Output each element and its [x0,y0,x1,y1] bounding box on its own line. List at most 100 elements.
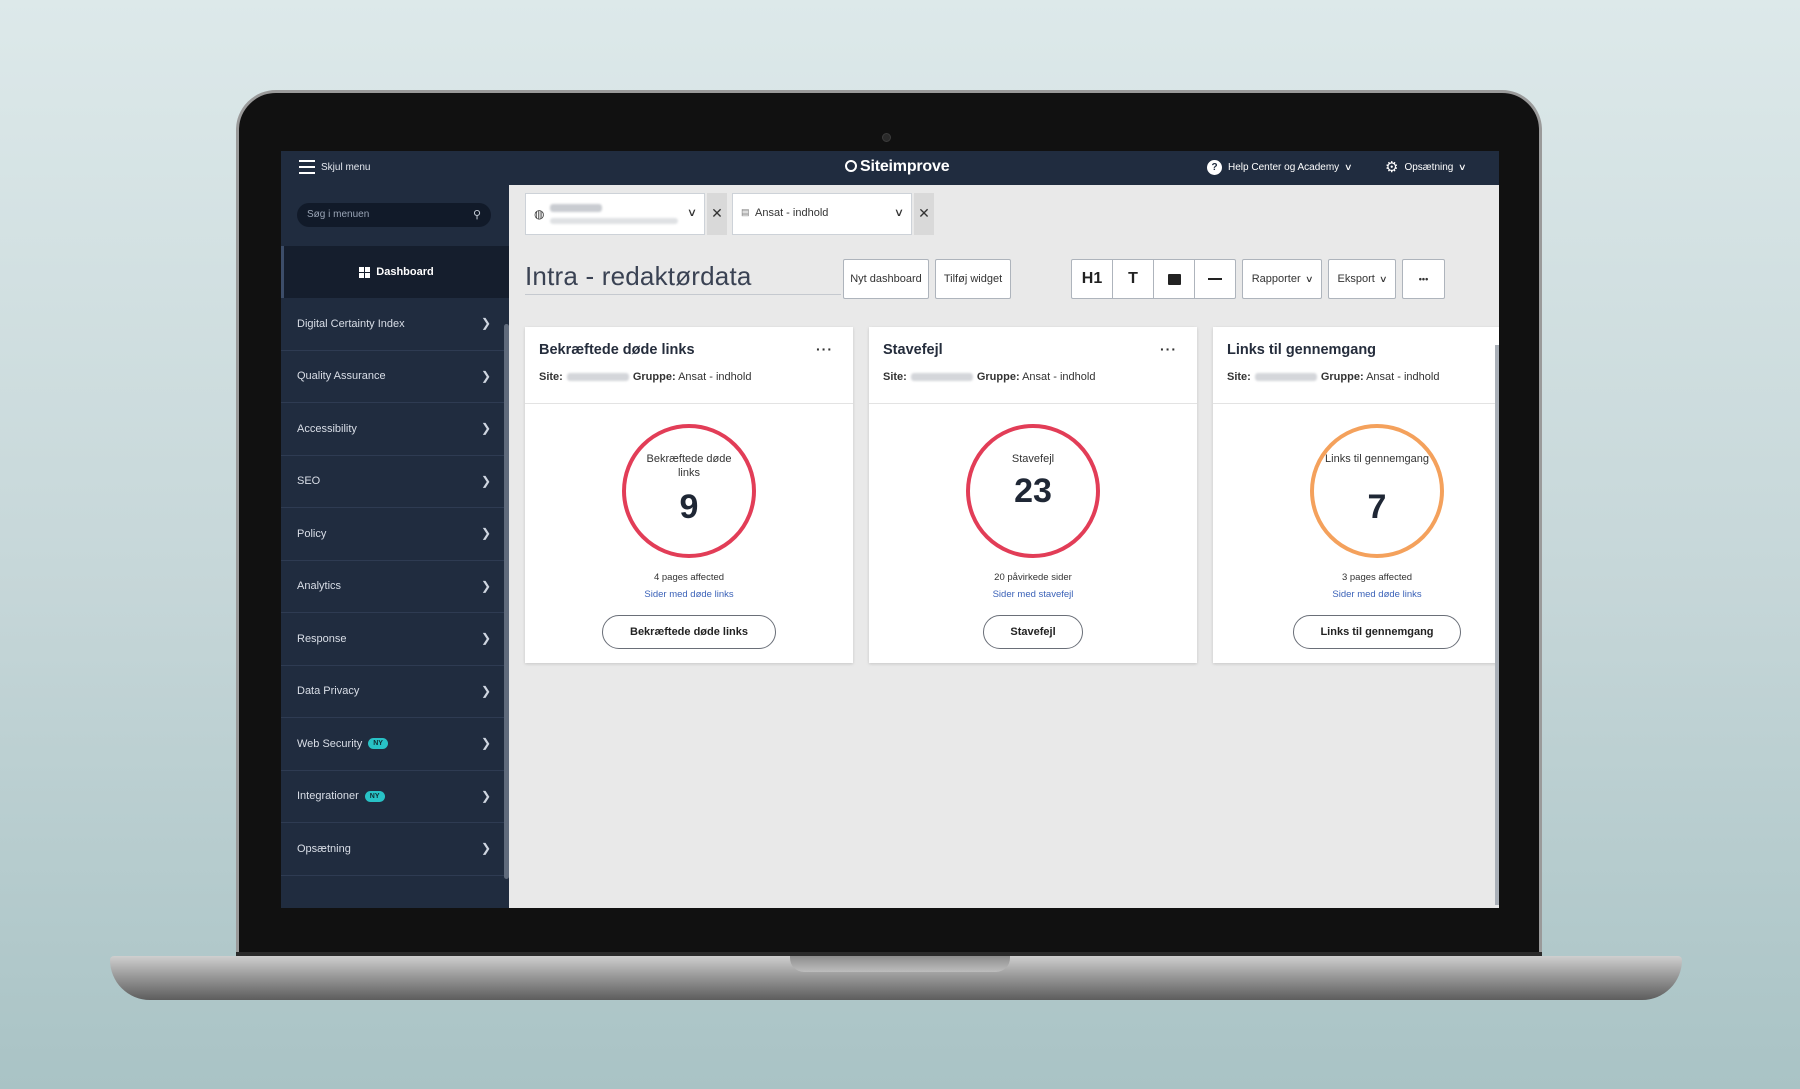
page-title[interactable]: Intra - redaktørdata [525,261,841,295]
more-options-button[interactable]: ••• [1402,259,1445,299]
sidebar-item-dashboard[interactable]: Dashboard [281,246,509,298]
chevron-down-icon: ∨ [1344,162,1353,172]
group-label: Gruppe: [632,371,676,383]
pages-affected: 3 pages affected [1341,572,1413,583]
chevron-down-icon: ∨ [686,207,698,219]
add-image-button[interactable] [1154,260,1195,298]
export-dropdown[interactable]: Eksport ∨ [1328,259,1396,299]
add-divider-button[interactable] [1195,260,1235,298]
chevron-down-icon: ∨ [1378,273,1388,284]
pages-link[interactable]: Sider med døde links [1213,589,1499,600]
group-value: Ansat - indhold [1366,371,1440,383]
chevron-right-icon: ❯ [480,736,491,750]
card-action-button[interactable]: Stavefejl [983,615,1083,649]
main-content: ◍ ∨ ✕ ▤ Ansat - indhold ∨ ✕ Intra - reda… [509,185,1499,908]
group-value: Ansat - indhold [1022,371,1096,383]
site-name-redacted [566,373,629,382]
sidebar-item-label: SEO [297,475,321,488]
sidebar-item-digital-certainty-index[interactable]: Digital Certainty Index ❯ [281,298,505,351]
ring-value: 7 [1367,488,1387,526]
help-center-menu[interactable]: ? Help Center og Academy ∨ [1207,160,1353,175]
clear-site-filter-button[interactable]: ✕ [707,193,727,235]
hide-menu-button[interactable]: Skjul menu [321,162,370,173]
site-filter-select[interactable]: ◍ ∨ [525,193,705,235]
site-name-redacted [910,373,973,382]
card-title: Bekræftede døde links [539,342,695,358]
sidebar-item-policy[interactable]: Policy ❯ [281,508,505,561]
metric-ring[interactable]: Links til gennemgang 7 [1310,424,1444,558]
card-action-button[interactable]: Links til gennemgang [1293,615,1461,649]
sidebar-item-label: Quality Assurance [297,370,386,383]
card-title: Links til gennemgang [1227,342,1377,358]
chevron-right-icon: ❯ [480,526,491,540]
chevron-right-icon: ❯ [480,683,491,698]
help-center-label: Help Center og Academy [1228,162,1340,173]
card-menu-button[interactable]: ··· [816,341,833,357]
card-menu-button[interactable]: ··· [1160,341,1177,357]
sidebar-item-label: Accessibility [297,422,357,435]
sidebar-item-quality-assurance[interactable]: Quality Assurance ❯ [281,351,505,403]
metric-ring[interactable]: Bekræftede døde links 9 [622,424,756,558]
widget-card-dead-links: Bekræftede døde links ··· Site: Gruppe: A… [525,327,853,663]
group-filter-select[interactable]: ▤ Ansat - indhold ∨ [732,193,912,235]
question-icon: ? [1207,160,1222,175]
chevron-right-icon: ❯ [480,631,491,645]
new-badge: NY [368,738,388,750]
hamburger-icon[interactable] [299,160,315,174]
sidebar-item-seo[interactable]: SEO ❯ [281,456,505,508]
sidebar-item-data-privacy[interactable]: Data Privacy ❯ [281,666,505,718]
new-dashboard-button[interactable]: Nyt dashboard [843,259,929,299]
sidebar-item-accessibility[interactable]: Accessibility ❯ [281,403,505,456]
card-action-button[interactable]: Bekræftede døde links [602,615,776,649]
export-label: Eksport [1337,273,1375,285]
chevron-down-icon: ∨ [1304,273,1314,284]
widget-format-group: H1 T [1071,259,1236,299]
sidebar-item-analytics[interactable]: Analytics ❯ [281,561,505,613]
close-icon: ✕ [711,205,723,221]
clear-group-filter-button[interactable]: ✕ [914,193,934,235]
menu-search-input[interactable]: Søg i menuen ⚲ [297,203,491,227]
pages-link[interactable]: Sider med døde links [525,589,853,600]
add-widget-button[interactable]: Tilføj widget [935,259,1011,299]
ring-value: 9 [679,488,699,526]
ring-label: Links til gennemgang [1325,453,1429,465]
divider-icon [1208,278,1222,280]
screen: Skjul menu Siteimprove ? Help Center og … [281,151,1499,908]
sidebar-item-label: Opsætning [297,842,351,855]
dashboard-icon [359,266,371,278]
sidebar-item-label: Analytics [297,580,342,593]
new-badge: NY [364,790,385,802]
sidebar-item-label: Web Security [297,737,363,750]
ring-label: Bekræftede døde links [646,453,732,479]
group-value: Ansat - indhold [678,371,752,383]
brand-name: Siteimprove [860,158,950,175]
setup-menu[interactable]: ⚙ Opsætning ∨ [1385,160,1467,175]
sidebar-item-web-security[interactable]: Web Security NY ❯ [281,718,505,771]
card-meta: Site: Gruppe: Ansat - indhold [883,371,1183,383]
sidebar-item-label: Data Privacy [297,685,360,698]
brand-logo[interactable]: Siteimprove [845,158,950,176]
pages-affected: 4 pages affected [653,572,725,583]
add-heading-button[interactable]: H1 [1072,260,1113,298]
chevron-down-icon: ∨ [893,207,905,219]
sidebar-item-label: Integrationer [297,790,359,803]
sidebar-item-opsaetning[interactable]: Opsætning ❯ [281,823,505,876]
site-name-redacted [550,204,602,212]
add-text-button[interactable]: T [1113,260,1154,298]
search-icon[interactable]: ⚲ [473,208,481,221]
sidebar-item-integrationer[interactable]: Integrationer NY ❯ [281,771,505,823]
group-icon: ▤ [741,207,750,217]
site-label: Site: [1227,371,1251,383]
reports-label: Rapporter [1251,273,1301,285]
reports-dropdown[interactable]: Rapporter ∨ [1242,259,1322,299]
metric-ring[interactable]: Stavefejl 23 [966,424,1100,558]
image-icon [1167,273,1181,285]
chevron-right-icon: ❯ [480,316,491,330]
group-label: Gruppe: [976,371,1020,383]
sidebar-item-response[interactable]: Response ❯ [281,613,505,666]
card-meta: Site: Gruppe: Ansat - indhold [1227,371,1499,383]
chevron-right-icon: ❯ [480,368,491,383]
main-scrollbar[interactable] [1495,345,1499,905]
pages-link[interactable]: Sider med stavefejl [869,589,1197,600]
site-url-redacted [550,218,678,224]
